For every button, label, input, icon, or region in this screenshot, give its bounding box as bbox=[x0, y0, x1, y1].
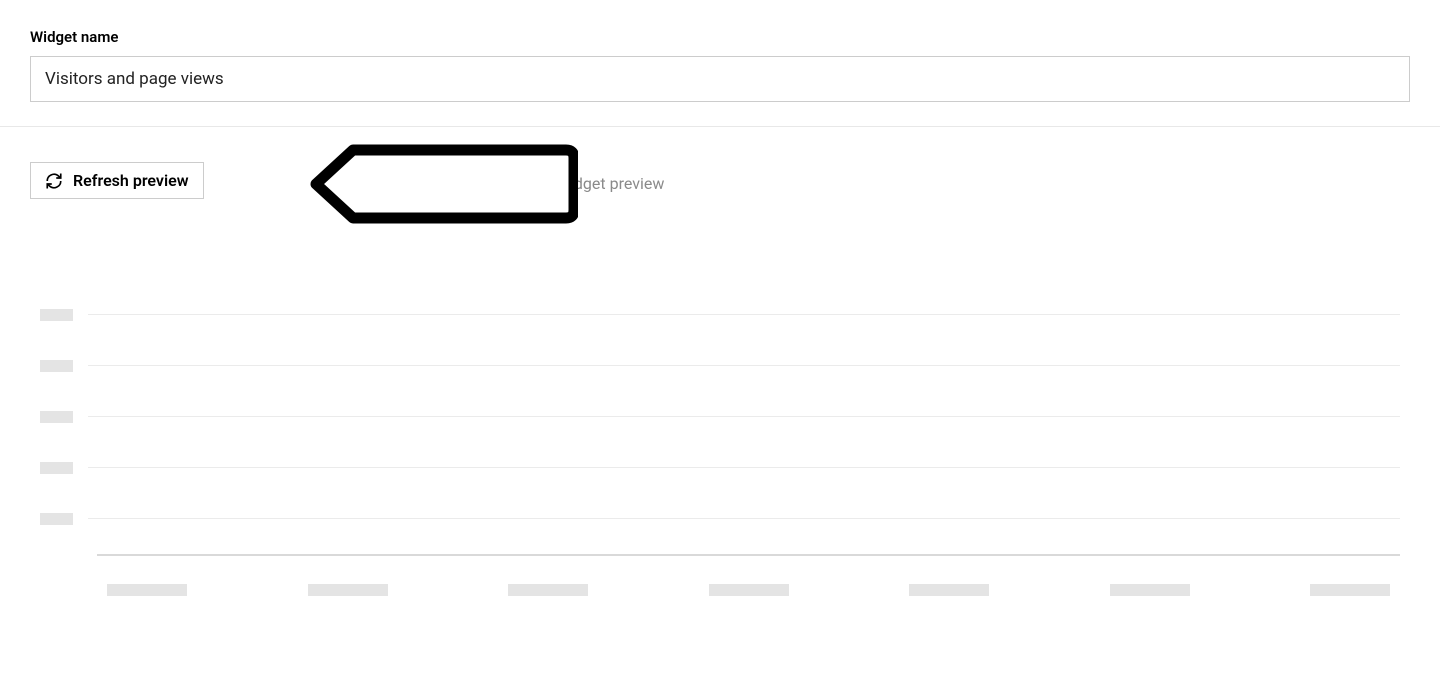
y-tick-skeleton bbox=[40, 411, 73, 423]
refresh-preview-button[interactable]: Refresh preview bbox=[30, 162, 204, 199]
chart-skeleton bbox=[30, 279, 1410, 596]
x-axis-line bbox=[97, 554, 1400, 556]
y-tick-skeleton bbox=[40, 360, 73, 372]
x-tick-skeleton bbox=[709, 584, 789, 596]
preview-hint-text: idget preview bbox=[570, 174, 664, 193]
y-tick-skeleton bbox=[40, 513, 73, 525]
preview-section: Refresh preview idget preview bbox=[0, 127, 1440, 616]
grid-line bbox=[88, 416, 1400, 417]
x-ticks-row bbox=[97, 584, 1400, 596]
widget-name-label: Widget name bbox=[30, 28, 1410, 46]
widget-name-input[interactable] bbox=[30, 56, 1410, 102]
y-tick-skeleton bbox=[40, 462, 73, 474]
x-tick-skeleton bbox=[1310, 584, 1390, 596]
x-tick-skeleton bbox=[508, 584, 588, 596]
grid-line bbox=[88, 314, 1400, 315]
y-tick-skeleton bbox=[40, 309, 73, 321]
x-tick-skeleton bbox=[308, 584, 388, 596]
x-tick-skeleton bbox=[1110, 584, 1190, 596]
grid-row bbox=[40, 391, 1400, 442]
grid-line bbox=[88, 467, 1400, 468]
x-tick-skeleton bbox=[909, 584, 989, 596]
grid-line bbox=[88, 518, 1400, 519]
tag-pointer-annotation bbox=[308, 144, 578, 224]
grid-row bbox=[40, 340, 1400, 391]
grid-row bbox=[40, 442, 1400, 493]
grid-row bbox=[40, 493, 1400, 544]
grid-line bbox=[88, 365, 1400, 366]
widget-name-section: Widget name bbox=[0, 0, 1440, 127]
refresh-button-label: Refresh preview bbox=[73, 171, 189, 190]
preview-header: Refresh preview idget preview bbox=[30, 162, 1410, 199]
grid-row bbox=[40, 289, 1400, 340]
x-tick-skeleton bbox=[107, 584, 187, 596]
refresh-icon bbox=[45, 172, 63, 190]
chart-grid-area bbox=[40, 289, 1400, 554]
